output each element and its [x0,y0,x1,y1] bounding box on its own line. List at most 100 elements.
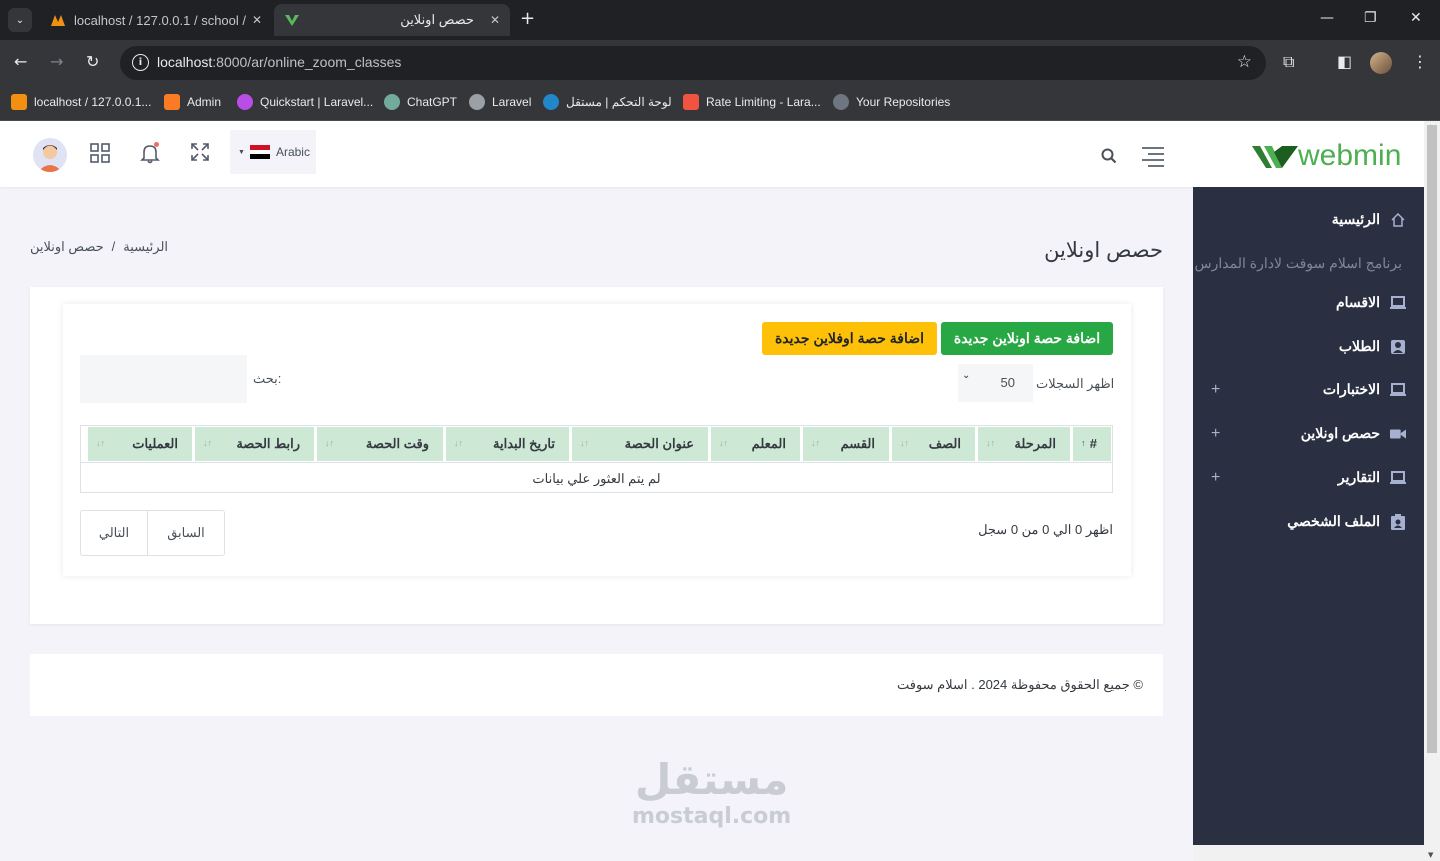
breadcrumb-separator: / [111,239,116,254]
menu-icon[interactable]: ⋮ [1412,52,1428,71]
column-header[interactable]: المرحلة ↑↓ [975,427,1070,461]
site-info-icon[interactable]: i [132,54,149,71]
phpmyadmin-icon [11,94,27,110]
horizontal-scrollbar[interactable] [1193,845,1424,861]
sidebar-item-profile[interactable]: الملف الشخصي [1211,513,1406,530]
chatgpt-icon [384,94,400,110]
sidebar-item-students[interactable]: الطلاب [1211,338,1406,355]
student-icon [1390,339,1406,355]
browser-tab-active[interactable]: حصص اونلاين ✕ [274,4,510,36]
bookmarks-bar: localhost / 127.0.0.1... Admin Quickstar… [0,86,1440,121]
bookmark-item[interactable]: Your Repositories [833,94,950,110]
bookmark-item[interactable]: Admin [164,94,221,110]
sort-icon: ↑↓ [719,438,728,448]
page-title: حصص اونلاين [1044,239,1163,262]
expand-plus-icon[interactable]: + [1211,425,1220,443]
page-length-select[interactable]: 50 ⌄ [958,364,1033,402]
forward-icon[interactable]: → [50,52,63,71]
column-header[interactable]: تاريخ البداية ↑↓ [443,427,569,461]
column-header[interactable]: المعلم ↑↓ [708,427,800,461]
address-bar[interactable]: i localhost:8000/ar/online_zoom_classes … [120,46,1266,80]
next-page-button[interactable]: التالي [81,511,147,555]
sort-asc-icon: ↑ [1081,438,1086,448]
mostaql-watermark: مستقل mostaql.com [632,756,791,830]
scroll-down-icon[interactable]: ▼ [1428,851,1433,859]
column-header[interactable]: العمليات ↑↓ [88,427,192,461]
sidebar-item-label: التقارير [1337,469,1380,485]
close-tab-icon[interactable]: ✕ [252,13,262,27]
bookmark-item[interactable]: ChatGPT [384,94,457,110]
footer: © جميع الحقوق محفوظة 2024 . اسلام سوفت [30,654,1163,716]
notification-badge [154,142,159,147]
bookmark-item[interactable]: لوحة التحكم | مستقل [543,94,672,110]
new-tab-icon[interactable]: + [520,8,535,29]
sort-icon: ↑↓ [900,438,909,448]
column-header[interactable]: الصف ↑↓ [889,427,975,461]
apps-grid-icon[interactable] [89,142,111,169]
search-label: بحث: [253,371,282,386]
add-online-class-button[interactable]: اضافة حصة اونلاين جديدة [941,322,1113,355]
close-tab-icon[interactable]: ✕ [490,13,500,27]
reload-icon[interactable]: ↻ [86,52,99,71]
back-icon[interactable]: ← [14,52,27,71]
column-header[interactable]: رابط الحصة ↑↓ [192,427,314,461]
phpmyadmin-favicon-icon [51,15,65,26]
tab-title: حصص اونلاين [400,12,474,27]
close-window-icon[interactable]: ✕ [1410,10,1422,26]
sidebar-item-home[interactable]: الرئيسية [1211,211,1406,228]
copyright-text: © جميع الحقوق محفوظة 2024 . اسلام سوفت [896,677,1143,692]
watermark-arabic: مستقل [634,755,789,804]
search-icon[interactable] [1101,148,1117,168]
sort-icon: ↑↓ [580,438,589,448]
sidebar-item-exams[interactable]: الاختبارات + [1211,381,1406,398]
logo-mark-icon [1252,146,1298,168]
tab-search-button[interactable]: ⌄ [8,8,32,32]
flag-egypt-icon [249,145,270,160]
language-label: Arabic [275,145,310,159]
profile-avatar[interactable] [1370,52,1392,74]
url-text[interactable]: localhost:8000/ar/online_zoom_classes [157,54,401,70]
sidebar: الرئيسية برنامج اسلام سوفت لادارة المدار… [1193,187,1424,861]
table-info: اظهر 0 الي 0 من 0 سجل [978,522,1113,537]
vertical-scrollbar[interactable]: ▲ ▼ [1424,121,1440,861]
app-logo[interactable]: webmin [1252,141,1401,171]
column-header[interactable]: وقت الحصة ↑↓ [314,427,443,461]
table-header: # ↑ المرحلة ↑↓ الصف ↑↓ القسم ↑↓ المعلم ↑↓ عنو… [82,427,1111,461]
bookmark-item[interactable]: localhost / 127.0.0.1... [11,94,151,110]
column-header[interactable]: عنوان الحصة ↑↓ [569,427,708,461]
breadcrumb: الرئيسية / حصص اونلاين [30,239,168,255]
column-header[interactable]: # ↑ [1070,427,1111,461]
expand-plus-icon[interactable]: + [1211,469,1220,487]
chevron-down-icon: ⌄ [962,370,971,381]
sidebar-item-online-classes[interactable]: حصص اونلاين + [1211,425,1406,442]
restore-icon[interactable]: ❐ [1364,10,1377,26]
fullscreen-icon[interactable] [190,142,210,167]
user-avatar[interactable] [33,138,67,172]
laptop-icon [1390,470,1406,486]
bookmark-star-icon[interactable]: ☆ [1237,52,1252,72]
add-offline-class-button[interactable]: اضافة حصة اوفلاين جديدة [762,322,937,355]
sidebar-item-label: حصص اونلاين [1300,425,1380,441]
bookmark-item[interactable]: Laravel [469,94,531,110]
minimize-icon[interactable]: — [1320,10,1334,26]
sidebar-item-reports[interactable]: التقارير + [1211,469,1406,486]
scrollbar-thumb[interactable] [1427,125,1437,753]
webmin-favicon-icon [285,15,299,26]
language-selector[interactable]: ▼ Arabic [230,130,316,174]
expand-plus-icon[interactable]: + [1211,381,1220,399]
sidebar-item-sections[interactable]: الاقسام [1211,294,1406,311]
bookmark-item[interactable]: Quickstart | Laravel... [237,94,373,110]
tab-title: localhost / 127.0.0.1 / school / s [74,12,246,28]
previous-page-button[interactable]: السابق [147,511,224,555]
side-panel-icon[interactable]: ◧ [1337,52,1352,71]
browser-tab-phpmyadmin[interactable]: localhost / 127.0.0.1 / school / s ✕ [40,4,272,36]
menu-toggle-icon[interactable] [1142,147,1164,171]
breadcrumb-home[interactable]: الرئيسية [123,239,168,255]
search-input[interactable] [80,355,247,403]
column-header[interactable]: القسم ↑↓ [800,427,889,461]
laptop-icon [1390,295,1406,311]
sort-icon: ↑↓ [96,438,105,448]
bookmark-item[interactable]: Rate Limiting - Lara... [683,94,821,110]
video-icon [1390,426,1406,442]
extensions-icon[interactable]: ⧉ [1283,52,1294,72]
